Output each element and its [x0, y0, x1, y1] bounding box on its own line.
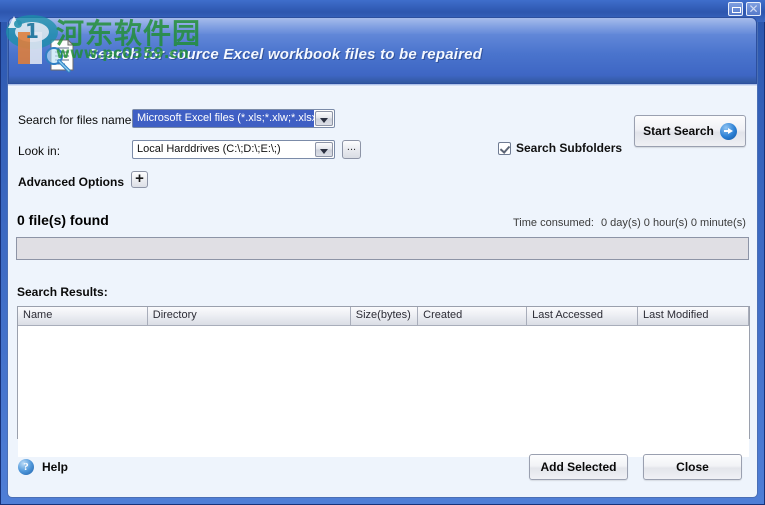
- search-results-header-row: Name Directory Size(bytes) Created Last Acce…: [18, 307, 749, 326]
- banner-title: Search for source Excel workbook files t…: [88, 46, 483, 63]
- chevron-down-icon[interactable]: [315, 142, 333, 157]
- caption-button-group: ✕: [728, 2, 761, 16]
- search-progress-bar: [16, 237, 749, 260]
- column-header-size-bytes[interactable]: Size(bytes): [350, 307, 419, 325]
- chevron-down-icon[interactable]: [315, 111, 333, 126]
- files-named-label-text: Search for files named:: [18, 113, 142, 127]
- minimize-icon: [732, 7, 741, 13]
- look-in-label-text: Look in:: [18, 144, 61, 158]
- start-search-button[interactable]: Start Search: [634, 115, 746, 147]
- advanced-options-expand-button[interactable]: [131, 170, 148, 188]
- question-mark-icon: ?: [18, 459, 34, 475]
- close-button[interactable]: ✕: [746, 2, 761, 16]
- close-icon: ✕: [748, 2, 759, 16]
- advanced-options-label: Advanced Options: [18, 175, 124, 189]
- help-label: Help: [42, 460, 69, 474]
- main-content: Search for files named: Microsoft Excel …: [8, 87, 757, 498]
- search-results-table: Name Directory Size(bytes) Created Last Acce…: [17, 306, 750, 457]
- column-header-created[interactable]: Created: [418, 307, 528, 325]
- column-header-directory[interactable]: Directory: [147, 307, 351, 325]
- help-link[interactable]: ? Help: [18, 459, 68, 475]
- close-dialog-button[interactable]: Close: [643, 454, 742, 480]
- document-search-icon: [40, 36, 80, 76]
- add-selected-button[interactable]: Add Selected: [529, 454, 628, 480]
- banner-gloss: [9, 18, 756, 34]
- column-header-last-modified[interactable]: Last Modified: [638, 307, 749, 325]
- search-results-body[interactable]: [18, 326, 749, 457]
- files-named-combobox[interactable]: Microsoft Excel files (*.xls;*.xlw;*.xls…: [132, 109, 335, 128]
- start-search-label: Start Search: [643, 124, 714, 138]
- search-subfolders-checkbox[interactable]: [498, 141, 511, 155]
- files-found-status: 0 file(s) found: [17, 212, 109, 228]
- look-in-combobox[interactable]: Local Harddrives (C:\;D:\;E:\;): [132, 140, 335, 159]
- look-in-value: Local Harddrives (C:\;D:\;E:\;): [137, 143, 281, 155]
- search-results-label: Search Results:: [17, 285, 108, 299]
- minimize-button[interactable]: [728, 2, 743, 16]
- time-consumed-label: Time consumed:: [513, 217, 594, 229]
- application-window: ✕ Search for source Excel workbook files…: [0, 0, 765, 505]
- column-header-name[interactable]: Name: [18, 307, 148, 325]
- search-subfolders-checkbox-row[interactable]: Search Subfolders: [498, 141, 622, 155]
- look-in-label: Look in:: [18, 144, 60, 158]
- search-subfolders-label: Search Subfolders: [516, 141, 623, 155]
- column-header-last-accessed[interactable]: Last Accessed: [527, 307, 639, 325]
- time-consumed-value: 0 day(s) 0 hour(s) 0 minute(s): [601, 217, 746, 229]
- browse-folder-button[interactable]: ...: [342, 140, 361, 159]
- go-arrow-icon: [719, 122, 737, 140]
- files-named-value: Microsoft Excel files (*.xls;*.xlw;*.xls…: [133, 110, 314, 127]
- files-named-label: Search for files named:: [18, 113, 141, 127]
- advanced-options-label-text: Advanced Options: [18, 175, 125, 189]
